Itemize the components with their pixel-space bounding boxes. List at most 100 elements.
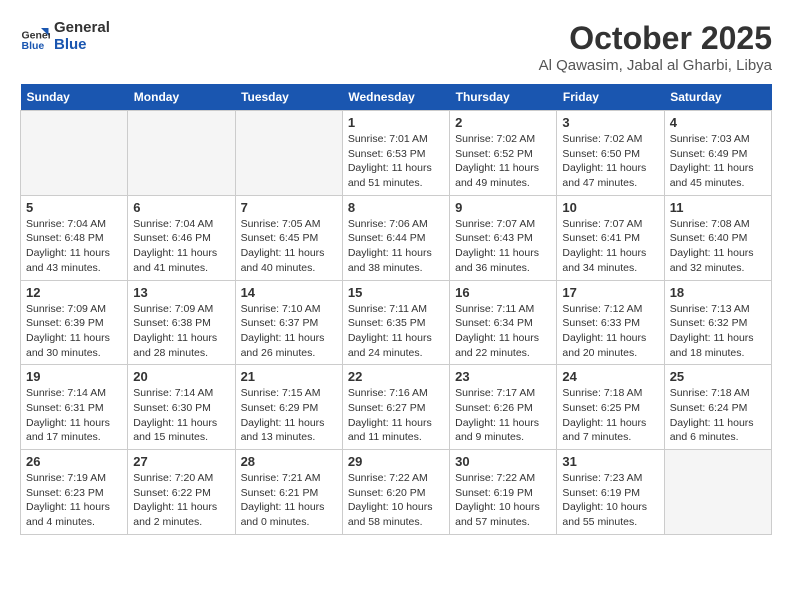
day-info: Sunrise: 7:16 AM Sunset: 6:27 PM Dayligh… [348, 386, 444, 445]
day-info: Sunrise: 7:06 AM Sunset: 6:44 PM Dayligh… [348, 217, 444, 276]
day-info: Sunrise: 7:23 AM Sunset: 6:19 PM Dayligh… [562, 471, 658, 530]
calendar-cell: 5Sunrise: 7:04 AM Sunset: 6:48 PM Daylig… [21, 195, 128, 280]
day-number: 15 [348, 285, 444, 300]
calendar-cell: 21 Sunrise: 7:15 AM Sunset: 6:29 PM Dayli… [235, 365, 342, 450]
calendar-cell: 23Sunrise: 7:17 AM Sunset: 6:26 PM Dayli… [450, 365, 557, 450]
day-info: Sunrise: 7:04 AM Sunset: 6:46 PM Dayligh… [133, 217, 229, 276]
day-number: 13 [133, 285, 229, 300]
day-number: 21 [241, 369, 337, 384]
day-info: Sunrise: 7:15 AM Sunset: 6:29 PM Dayligh… [241, 386, 337, 445]
day-number: 6 [133, 200, 229, 215]
calendar-cell: 8Sunrise: 7:06 AM Sunset: 6:44 PM Daylig… [342, 195, 449, 280]
calendar-cell: 15Sunrise: 7:11 AM Sunset: 6:35 PM Dayli… [342, 280, 449, 365]
calendar-cell [21, 111, 128, 196]
calendar-cell: 17 Sunrise: 7:12 AM Sunset: 6:33 PM Dayli… [557, 280, 664, 365]
day-info: Sunrise: 7:09 AM Sunset: 6:38 PM Dayligh… [133, 302, 229, 361]
day-header-tuesday: Tuesday [235, 84, 342, 111]
calendar-cell: 16 Sunrise: 7:11 AM Sunset: 6:34 PM Dayli… [450, 280, 557, 365]
calendar-cell: 28 Sunrise: 7:21 AM Sunset: 6:21 PM Dayli… [235, 450, 342, 535]
calendar-cell: 24 Sunrise: 7:18 AM Sunset: 6:25 PM Dayli… [557, 365, 664, 450]
day-number: 2 [455, 115, 551, 130]
day-info: Sunrise: 7:07 AM Sunset: 6:43 PM Dayligh… [455, 217, 551, 276]
day-info: Sunrise: 7:22 AM Sunset: 6:19 PM Dayligh… [455, 471, 551, 530]
header-row: SundayMondayTuesdayWednesdayThursdayFrid… [21, 84, 772, 111]
calendar-cell: 10Sunrise: 7:07 AM Sunset: 6:41 PM Dayli… [557, 195, 664, 280]
week-row-3: 12Sunrise: 7:09 AM Sunset: 6:39 PM Dayli… [21, 280, 772, 365]
day-number: 20 [133, 369, 229, 384]
calendar-cell: 7Sunrise: 7:05 AM Sunset: 6:45 PM Daylig… [235, 195, 342, 280]
month-title: October 2025 [539, 20, 772, 57]
day-number: 9 [455, 200, 551, 215]
day-info: Sunrise: 7:22 AM Sunset: 6:20 PM Dayligh… [348, 471, 444, 530]
calendar-cell: 12Sunrise: 7:09 AM Sunset: 6:39 PM Dayli… [21, 280, 128, 365]
day-info: Sunrise: 7:21 AM Sunset: 6:21 PM Dayligh… [241, 471, 337, 530]
day-info: Sunrise: 7:14 AM Sunset: 6:31 PM Dayligh… [26, 386, 122, 445]
calendar-cell: 20 Sunrise: 7:14 AM Sunset: 6:30 PM Dayli… [128, 365, 235, 450]
day-header-sunday: Sunday [21, 84, 128, 111]
day-info: Sunrise: 7:02 AM Sunset: 6:50 PM Dayligh… [562, 132, 658, 191]
calendar-cell: 11 Sunrise: 7:08 AM Sunset: 6:40 PM Dayli… [664, 195, 771, 280]
title-area: October 2025 Al Qawasim, Jabal al Gharbi… [539, 20, 772, 74]
location-title: Al Qawasim, Jabal al Gharbi, Libya [539, 57, 772, 74]
calendar-cell: 9 Sunrise: 7:07 AM Sunset: 6:43 PM Daylig… [450, 195, 557, 280]
logo-line2: Blue [54, 37, 110, 54]
day-header-saturday: Saturday [664, 84, 771, 111]
day-number: 4 [670, 115, 766, 130]
day-info: Sunrise: 7:02 AM Sunset: 6:52 PM Dayligh… [455, 132, 551, 191]
day-info: Sunrise: 7:13 AM Sunset: 6:32 PM Dayligh… [670, 302, 766, 361]
day-number: 26 [26, 454, 122, 469]
day-info: Sunrise: 7:19 AM Sunset: 6:23 PM Dayligh… [26, 471, 122, 530]
calendar-table: SundayMondayTuesdayWednesdayThursdayFrid… [20, 84, 772, 535]
day-info: Sunrise: 7:07 AM Sunset: 6:41 PM Dayligh… [562, 217, 658, 276]
calendar-cell [664, 450, 771, 535]
day-number: 3 [562, 115, 658, 130]
day-number: 5 [26, 200, 122, 215]
day-info: Sunrise: 7:11 AM Sunset: 6:34 PM Dayligh… [455, 302, 551, 361]
calendar-cell: 26 Sunrise: 7:19 AM Sunset: 6:23 PM Dayli… [21, 450, 128, 535]
calendar-cell [235, 111, 342, 196]
calendar-cell: 30 Sunrise: 7:22 AM Sunset: 6:19 PM Dayli… [450, 450, 557, 535]
day-header-thursday: Thursday [450, 84, 557, 111]
calendar-cell: 13 Sunrise: 7:09 AM Sunset: 6:38 PM Dayli… [128, 280, 235, 365]
day-number: 7 [241, 200, 337, 215]
calendar-cell: 3 Sunrise: 7:02 AM Sunset: 6:50 PM Daylig… [557, 111, 664, 196]
day-info: Sunrise: 7:20 AM Sunset: 6:22 PM Dayligh… [133, 471, 229, 530]
calendar-cell: 27Sunrise: 7:20 AM Sunset: 6:22 PM Dayli… [128, 450, 235, 535]
day-number: 30 [455, 454, 551, 469]
day-info: Sunrise: 7:01 AM Sunset: 6:53 PM Dayligh… [348, 132, 444, 191]
logo-icon: General Blue [20, 22, 50, 52]
week-row-1: 1 Sunrise: 7:01 AM Sunset: 6:53 PM Daylig… [21, 111, 772, 196]
calendar-cell: 2 Sunrise: 7:02 AM Sunset: 6:52 PM Daylig… [450, 111, 557, 196]
day-number: 23 [455, 369, 551, 384]
calendar-cell: 31Sunrise: 7:23 AM Sunset: 6:19 PM Dayli… [557, 450, 664, 535]
day-header-friday: Friday [557, 84, 664, 111]
day-number: 24 [562, 369, 658, 384]
calendar-cell [128, 111, 235, 196]
day-number: 11 [670, 200, 766, 215]
day-info: Sunrise: 7:10 AM Sunset: 6:37 PM Dayligh… [241, 302, 337, 361]
logo: General Blue General Blue [20, 20, 110, 53]
day-number: 1 [348, 115, 444, 130]
day-number: 25 [670, 369, 766, 384]
day-number: 28 [241, 454, 337, 469]
logo-line1: General [54, 20, 110, 37]
day-info: Sunrise: 7:09 AM Sunset: 6:39 PM Dayligh… [26, 302, 122, 361]
day-number: 14 [241, 285, 337, 300]
day-info: Sunrise: 7:12 AM Sunset: 6:33 PM Dayligh… [562, 302, 658, 361]
calendar-cell: 22 Sunrise: 7:16 AM Sunset: 6:27 PM Dayli… [342, 365, 449, 450]
day-info: Sunrise: 7:14 AM Sunset: 6:30 PM Dayligh… [133, 386, 229, 445]
week-row-4: 19 Sunrise: 7:14 AM Sunset: 6:31 PM Dayli… [21, 365, 772, 450]
day-info: Sunrise: 7:08 AM Sunset: 6:40 PM Dayligh… [670, 217, 766, 276]
day-number: 29 [348, 454, 444, 469]
day-number: 22 [348, 369, 444, 384]
day-number: 18 [670, 285, 766, 300]
header: General Blue General Blue October 2025 A… [20, 20, 772, 74]
day-number: 19 [26, 369, 122, 384]
calendar-cell: 6 Sunrise: 7:04 AM Sunset: 6:46 PM Daylig… [128, 195, 235, 280]
calendar-cell: 4 Sunrise: 7:03 AM Sunset: 6:49 PM Daylig… [664, 111, 771, 196]
svg-text:Blue: Blue [22, 40, 45, 52]
day-info: Sunrise: 7:03 AM Sunset: 6:49 PM Dayligh… [670, 132, 766, 191]
day-number: 17 [562, 285, 658, 300]
day-number: 16 [455, 285, 551, 300]
day-info: Sunrise: 7:18 AM Sunset: 6:25 PM Dayligh… [562, 386, 658, 445]
